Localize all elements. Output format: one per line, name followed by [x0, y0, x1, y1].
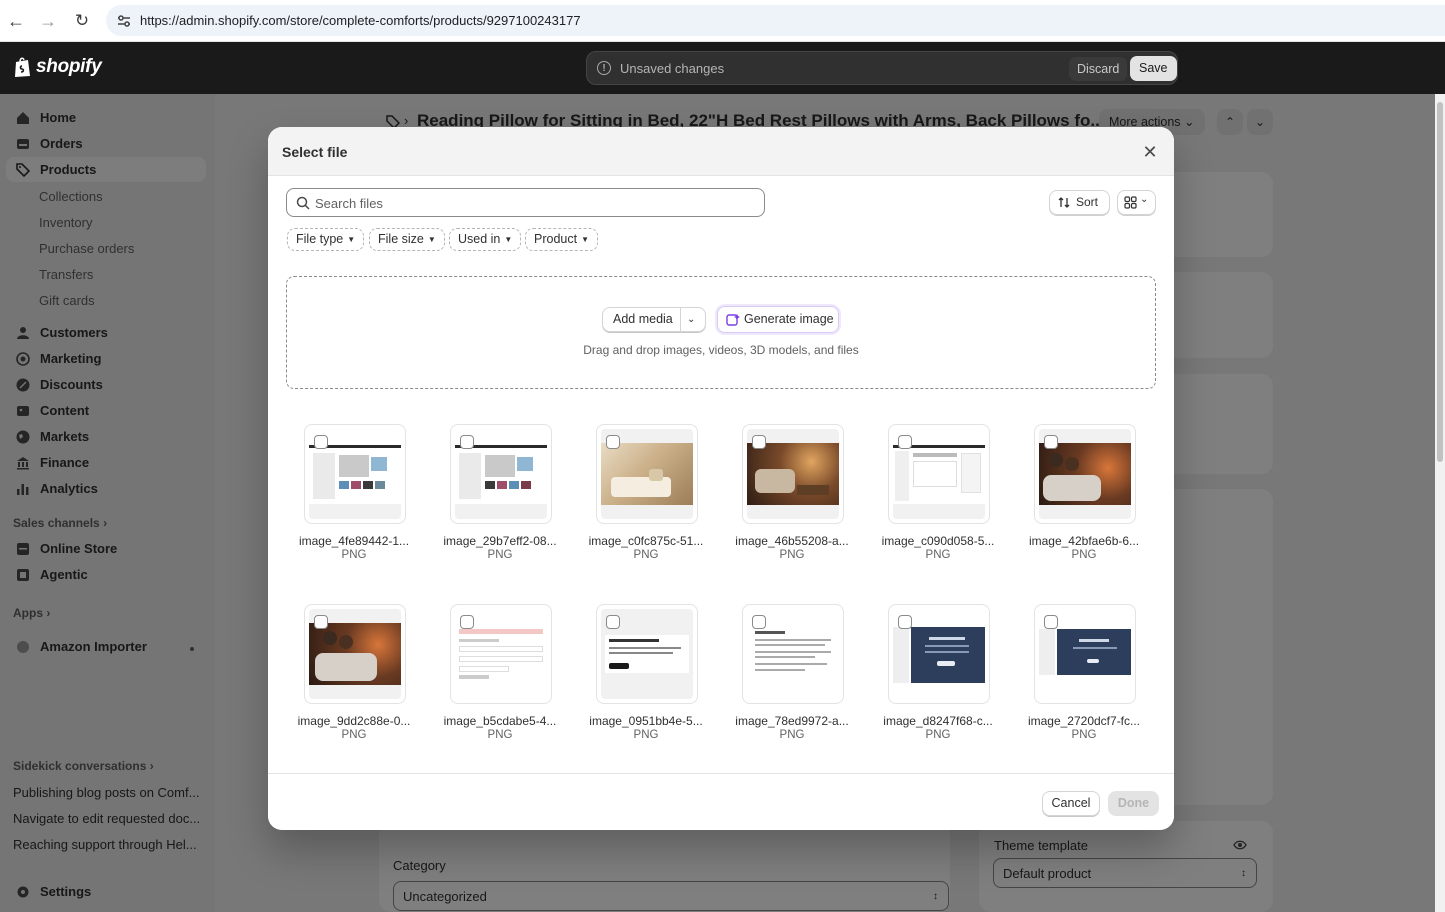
unsaved-message: Unsaved changes	[620, 61, 725, 76]
file-checkbox[interactable]	[460, 615, 474, 629]
file-thumbnail[interactable]	[1034, 604, 1136, 704]
file-dropzone[interactable]: Add media ⌄ Generate image Drag and drop…	[286, 276, 1156, 389]
browser-toolbar: ← → ↻ https://admin.shopify.com/store/co…	[0, 0, 1445, 42]
file-checkbox[interactable]	[752, 435, 766, 449]
modal-title: Select file	[282, 144, 348, 160]
file-thumbnail[interactable]	[888, 604, 990, 704]
file-thumbnail[interactable]	[304, 604, 406, 704]
add-media-button[interactable]: Add media ⌄	[602, 307, 706, 332]
file-checkbox[interactable]	[898, 435, 912, 449]
admin-topbar: shopify ! Unsaved changes Discard Save	[0, 42, 1445, 94]
grid-view-icon	[1124, 196, 1137, 209]
file-thumbnail[interactable]	[450, 604, 552, 704]
file-tile[interactable]: image_2720dcf7-fc... PNG	[998, 589, 1170, 741]
generate-image-label: Generate image	[744, 312, 834, 326]
unsaved-changes-bar: ! Unsaved changes Discard Save	[586, 51, 1178, 85]
filter-label: Product	[534, 232, 578, 246]
search-input[interactable]	[315, 194, 755, 212]
info-icon: !	[597, 61, 611, 75]
file-checkbox[interactable]	[460, 435, 474, 449]
logo-text: shopify	[36, 56, 102, 77]
filter-label: File size	[378, 232, 424, 246]
file-checkbox[interactable]	[314, 615, 328, 629]
address-bar[interactable]: https://admin.shopify.com/store/complete…	[106, 5, 1445, 36]
sort-button[interactable]: Sort	[1049, 190, 1110, 215]
modal-header: Select file ✕	[268, 127, 1174, 176]
file-name: image_2720dcf7-fc...	[1027, 714, 1141, 728]
filter-used-in[interactable]: Used in ▼	[449, 228, 522, 251]
filter-label: Used in	[458, 232, 501, 246]
file-thumbnail[interactable]	[596, 424, 698, 524]
filter-file-size[interactable]: File size ▼	[369, 228, 445, 251]
site-settings-icon[interactable]	[115, 12, 133, 30]
shopify-bag-icon	[15, 57, 30, 77]
search-icon	[296, 196, 310, 210]
file-checkbox[interactable]	[1044, 615, 1058, 629]
reload-icon[interactable]: ↻	[70, 9, 94, 33]
chevron-down-icon: ▼	[347, 235, 356, 244]
search-files-field[interactable]	[286, 188, 765, 217]
file-checkbox[interactable]	[606, 435, 620, 449]
file-type: PNG	[1071, 729, 1097, 741]
file-grid: image_4fe89442-1... PNG image_29b7eff2-0…	[268, 409, 1174, 773]
button-divider	[680, 308, 681, 331]
cancel-button[interactable]: Cancel	[1042, 791, 1100, 816]
chevron-down-icon: ▼	[581, 235, 590, 244]
discard-button[interactable]: Discard	[1069, 57, 1128, 81]
shopify-logo[interactable]: shopify	[13, 56, 102, 78]
file-name: image_42bfae6b-6...	[1028, 534, 1140, 548]
file-checkbox[interactable]	[606, 615, 620, 629]
modal-footer: Cancel Done	[268, 773, 1174, 830]
view-toggle-button[interactable]: ⌄	[1117, 190, 1156, 215]
file-thumbnail[interactable]	[888, 424, 990, 524]
url-text[interactable]: https://admin.shopify.com/store/complete…	[140, 13, 581, 28]
page-scrollbar[interactable]	[1435, 94, 1445, 912]
file-thumbnail[interactable]	[450, 424, 552, 524]
file-checkbox[interactable]	[314, 435, 328, 449]
select-file-modal: Select file ✕ Sort ⌄ File type▼ File siz…	[268, 127, 1174, 830]
back-icon[interactable]: ←	[4, 9, 28, 33]
file-thumbnail[interactable]	[304, 424, 406, 524]
chevron-down-icon: ⌄	[1140, 194, 1149, 205]
filter-product[interactable]: Product ▼	[525, 228, 599, 251]
file-thumbnail[interactable]	[742, 604, 844, 704]
add-media-label: Add media	[613, 312, 673, 326]
generate-image-button[interactable]: Generate image	[717, 306, 839, 333]
file-checkbox[interactable]	[1044, 435, 1058, 449]
chevron-down-icon[interactable]: ⌄	[687, 308, 695, 331]
file-type: PNG	[1071, 549, 1097, 561]
done-button[interactable]: Done	[1108, 791, 1159, 816]
file-thumbnail[interactable]	[596, 604, 698, 704]
filter-file-type[interactable]: File type ▼	[287, 228, 365, 251]
file-tile[interactable]: image_42bfae6b-6... PNG	[998, 409, 1170, 561]
file-thumbnail[interactable]	[1034, 424, 1136, 524]
close-icon[interactable]: ✕	[1140, 142, 1160, 162]
save-button[interactable]: Save	[1130, 56, 1177, 81]
chevron-down-icon: ▼	[504, 235, 513, 244]
drop-hint: Drag and drop images, videos, 3D models,…	[583, 343, 859, 357]
sort-icon	[1058, 197, 1070, 208]
chevron-down-icon: ▼	[427, 235, 436, 244]
file-checkbox[interactable]	[898, 615, 912, 629]
forward-icon[interactable]: →	[36, 9, 60, 33]
magic-image-icon	[726, 314, 740, 326]
scrollbar-thumb[interactable]	[1437, 102, 1443, 462]
file-thumbnail[interactable]	[742, 424, 844, 524]
filter-label: File type	[296, 232, 344, 246]
sort-label: Sort	[1076, 195, 1099, 209]
file-checkbox[interactable]	[752, 615, 766, 629]
